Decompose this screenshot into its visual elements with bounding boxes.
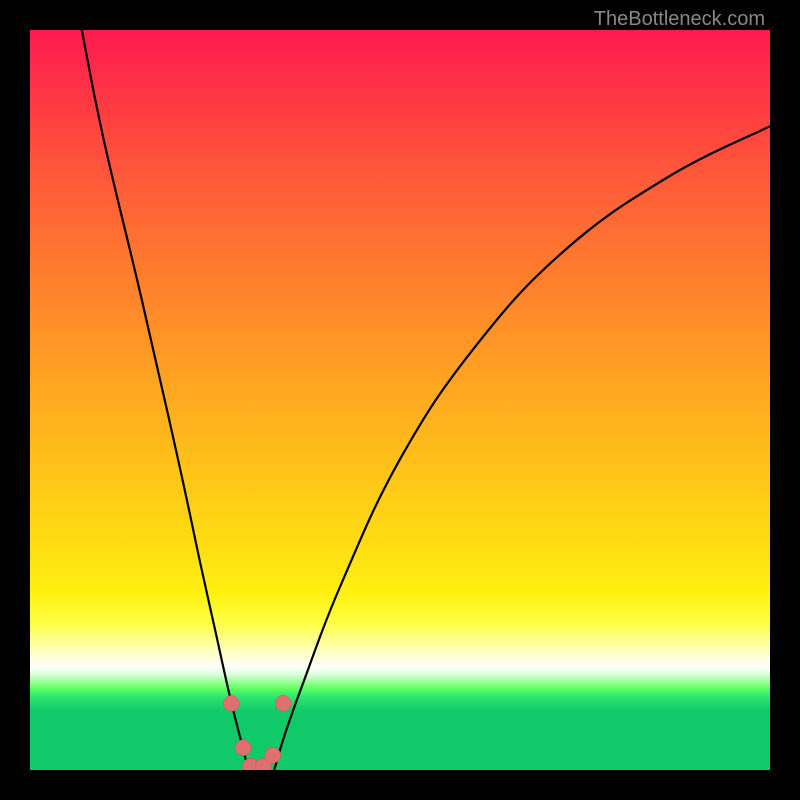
marker-points-group (223, 695, 291, 770)
marker-point (223, 695, 239, 711)
right-ascent-curve (274, 126, 770, 770)
marker-point (265, 747, 281, 763)
marker-point (235, 740, 251, 756)
left-descent-curve (82, 30, 249, 770)
curve-overlay (30, 30, 770, 770)
chart-area (30, 30, 770, 770)
marker-point (275, 695, 291, 711)
watermark-text: TheBottleneck.com (594, 8, 765, 31)
